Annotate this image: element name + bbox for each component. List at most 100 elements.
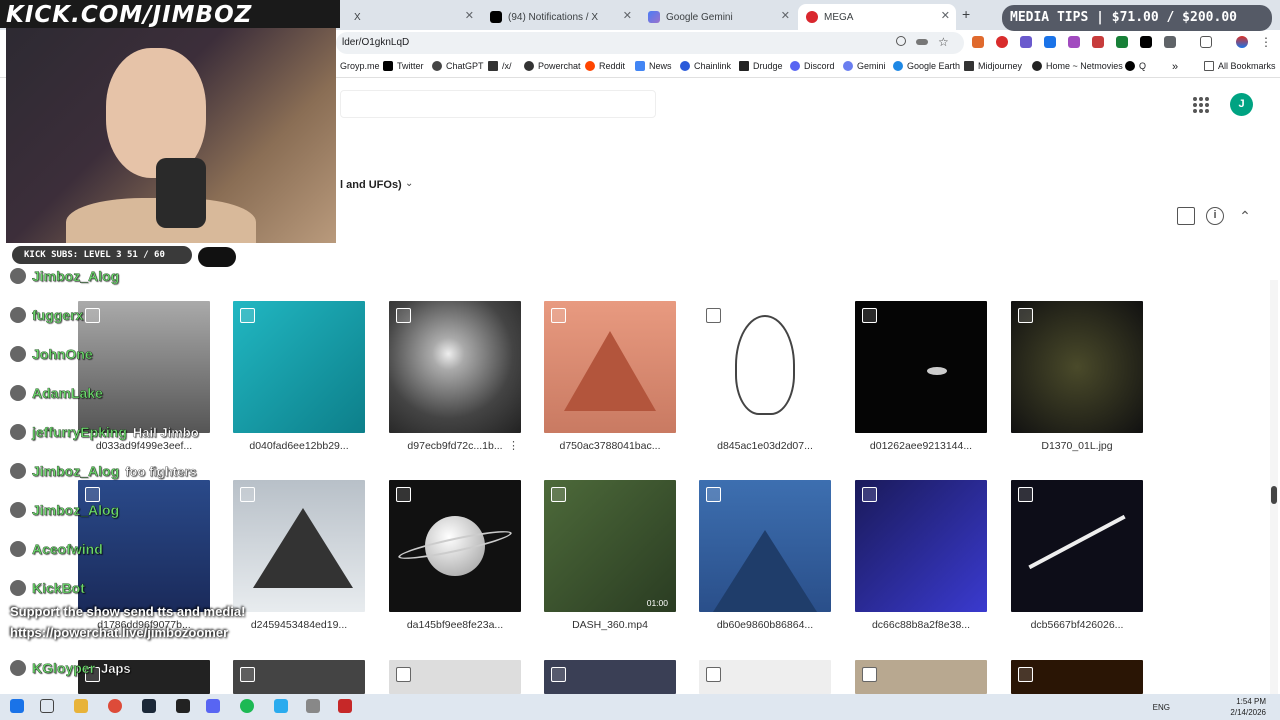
profile-icon[interactable] xyxy=(1236,36,1248,48)
start-icon[interactable] xyxy=(10,699,24,713)
app-icon[interactable] xyxy=(338,699,352,713)
bookmark-discord[interactable]: Discord xyxy=(790,61,835,71)
select-checkbox[interactable] xyxy=(1018,667,1033,682)
bookmark-star-icon[interactable]: ☆ xyxy=(938,36,950,48)
new-tab-button[interactable]: + xyxy=(962,6,970,22)
select-checkbox[interactable] xyxy=(862,308,877,323)
menu-icon[interactable]: ⋮ xyxy=(1260,36,1272,48)
bookmark-news[interactable]: News xyxy=(635,61,672,71)
extension-metamask-icon[interactable] xyxy=(972,36,984,48)
extension-icon[interactable] xyxy=(1044,36,1056,48)
task-view-icon[interactable] xyxy=(40,699,54,713)
file-thumbnail[interactable] xyxy=(544,301,676,433)
spotify-icon[interactable] xyxy=(240,699,254,713)
select-checkbox[interactable] xyxy=(85,487,100,502)
close-icon[interactable]: ✕ xyxy=(465,9,474,22)
app-icon[interactable] xyxy=(306,699,320,713)
select-checkbox[interactable] xyxy=(862,487,877,502)
file-thumbnail[interactable] xyxy=(855,301,987,433)
info-icon[interactable]: i xyxy=(1206,207,1224,225)
bookmark-powerchat[interactable]: Powerchat xyxy=(524,61,581,71)
select-checkbox[interactable] xyxy=(706,487,721,502)
bookmark-chatgpt[interactable]: ChatGPT xyxy=(432,61,484,71)
select-checkbox[interactable] xyxy=(396,667,411,682)
bookmark-twitter[interactable]: Twitter xyxy=(383,61,424,71)
file-name[interactable]: DASH_360.mp4 xyxy=(544,619,676,631)
file-thumbnail[interactable] xyxy=(389,660,521,694)
steam-icon[interactable] xyxy=(142,699,156,713)
all-bookmarks[interactable]: All Bookmarks xyxy=(1204,61,1276,71)
terminal-icon[interactable] xyxy=(176,699,190,713)
file-name[interactable]: da145bf9ee8fe23a... xyxy=(389,619,521,631)
tab-gemini[interactable]: Google Gemini ✕ xyxy=(640,4,796,30)
file-name[interactable]: D1370_01L.jpg xyxy=(1011,440,1143,452)
bookmark-groyp[interactable]: Groyp.me xyxy=(340,61,380,71)
file-thumbnail[interactable] xyxy=(233,480,365,612)
extension-badge-icon[interactable] xyxy=(996,36,1008,48)
file-thumbnail[interactable] xyxy=(544,660,676,694)
file-thumbnail[interactable] xyxy=(855,480,987,612)
select-checkbox[interactable] xyxy=(862,667,877,682)
extension-icon[interactable] xyxy=(1116,36,1128,48)
file-name[interactable]: dc66c88b8a2f8e38... xyxy=(855,619,987,631)
chevron-down-icon[interactable]: ⌄ xyxy=(405,178,413,189)
file-thumbnail[interactable] xyxy=(78,301,210,433)
file-thumbnail[interactable] xyxy=(699,660,831,694)
discord-icon[interactable] xyxy=(206,699,220,713)
tab-notifications[interactable]: (94) Notifications / X ✕ xyxy=(482,4,638,30)
bookmark-midjourney[interactable]: Midjourney xyxy=(964,61,1022,71)
bookmark-gemini[interactable]: Gemini xyxy=(843,61,886,71)
file-name[interactable]: d01262aee9213144... xyxy=(855,440,987,452)
file-name[interactable]: d97ecb9fd72c...1b... xyxy=(389,440,521,452)
chrome-icon[interactable] xyxy=(108,699,122,713)
file-thumbnail[interactable] xyxy=(233,301,365,433)
file-thumbnail[interactable] xyxy=(1011,301,1143,433)
file-thumbnail[interactable] xyxy=(699,301,831,433)
tab-mega[interactable]: MEGA ✕ xyxy=(798,4,956,30)
file-thumbnail[interactable] xyxy=(1011,480,1143,612)
select-checkbox[interactable] xyxy=(551,308,566,323)
file-thumbnail[interactable] xyxy=(389,480,521,612)
select-checkbox[interactable] xyxy=(240,667,255,682)
avatar[interactable]: J xyxy=(1230,93,1253,116)
search-input[interactable] xyxy=(340,90,656,118)
close-icon[interactable]: ✕ xyxy=(941,9,950,22)
file-explorer-icon[interactable] xyxy=(74,699,88,713)
file-thumbnail[interactable] xyxy=(855,660,987,694)
extension-icon[interactable] xyxy=(1092,36,1104,48)
sidepanel-icon[interactable] xyxy=(1200,36,1212,48)
system-tray[interactable]: ENG 1:54 PM 2/14/2026 xyxy=(1153,696,1266,718)
zoom-icon[interactable] xyxy=(896,36,906,46)
bookmark-x[interactable]: /x/ xyxy=(488,61,512,71)
bookmark-q[interactable]: Q xyxy=(1125,61,1146,71)
file-name[interactable]: d040fad6ee12bb29... xyxy=(233,440,365,452)
puzzle-icon[interactable] xyxy=(1164,36,1176,48)
select-checkbox[interactable] xyxy=(706,308,721,323)
select-checkbox[interactable] xyxy=(396,308,411,323)
select-checkbox[interactable] xyxy=(1018,487,1033,502)
file-name[interactable]: dcb5667bf426026... xyxy=(1011,619,1143,631)
address-bar[interactable]: lder/O1gknLqD xyxy=(336,32,964,54)
select-checkbox[interactable] xyxy=(706,667,721,682)
file-thumbnail[interactable] xyxy=(699,480,831,612)
bookmark-chainlink[interactable]: Chainlink xyxy=(680,61,731,71)
close-icon[interactable]: ✕ xyxy=(623,9,632,22)
bookmark-drudge[interactable]: Drudge xyxy=(739,61,783,71)
file-thumbnail[interactable] xyxy=(1011,660,1143,694)
close-icon[interactable]: ✕ xyxy=(781,9,790,22)
file-name[interactable]: d2459453484ed19... xyxy=(233,619,365,631)
more-options-icon[interactable]: ⋮ xyxy=(508,439,519,452)
grid-view-icon[interactable] xyxy=(1177,207,1195,225)
bookmark-google-earth[interactable]: Google Earth xyxy=(893,61,960,71)
collapse-icon[interactable]: ⌃ xyxy=(1236,207,1254,225)
select-checkbox[interactable] xyxy=(1018,308,1033,323)
select-checkbox[interactable] xyxy=(240,487,255,502)
file-name[interactable]: d845ac1e03d2d07... xyxy=(699,440,831,452)
extension-icon[interactable] xyxy=(1020,36,1032,48)
video-thumbnail[interactable]: 01:00 xyxy=(544,480,676,612)
extension-icon[interactable] xyxy=(1068,36,1080,48)
telegram-icon[interactable] xyxy=(274,699,288,713)
password-key-icon[interactable] xyxy=(916,39,928,45)
file-name[interactable]: d750ac3788041bac... xyxy=(544,440,676,452)
file-thumbnail[interactable] xyxy=(233,660,365,694)
